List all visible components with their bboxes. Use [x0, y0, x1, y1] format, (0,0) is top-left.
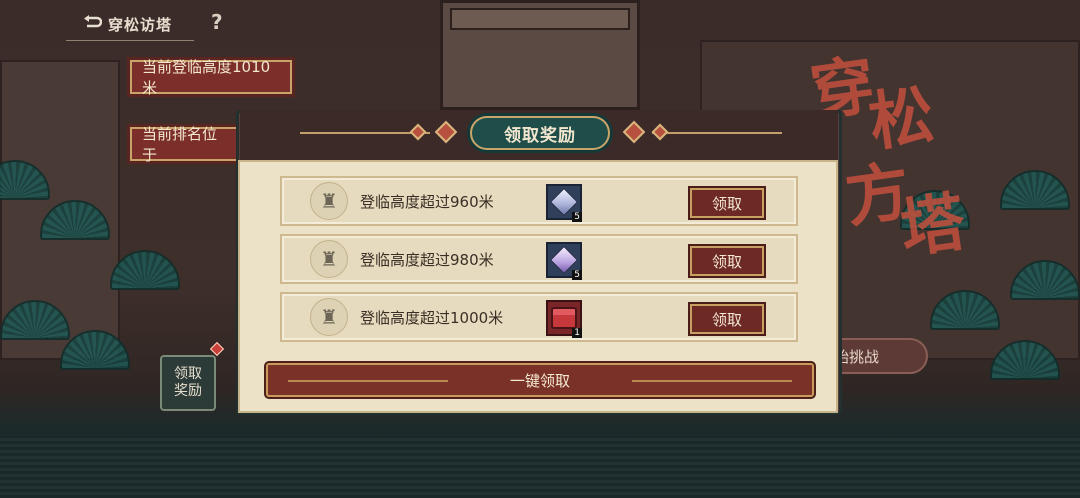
header-divider [652, 132, 782, 134]
treasure-chest-icon [551, 307, 577, 329]
pagoda-icon: ♜ [310, 298, 348, 336]
current-height-tag: 当前登临高度1010米 [130, 58, 292, 97]
pagoda-icon: ♜ [310, 240, 348, 278]
side-button-label-line1: 领取 [174, 366, 202, 382]
reward-condition: 登临高度超过980米 [360, 251, 494, 269]
top-bar[interactable]: 穿松访塔 [66, 8, 194, 41]
back-icon[interactable] [82, 15, 102, 33]
pagoda-icon: ♜ [310, 182, 348, 220]
claim-rewards-side-button[interactable]: 领取 奖励 [160, 355, 216, 411]
current-rank-tag: 当前排名位于 [130, 125, 238, 164]
reward-row: ♜ 登临高度超过960米 5 领取 [280, 176, 798, 226]
claim-all-label: 一键领取 [509, 371, 570, 390]
title-art-char: 塔 [895, 184, 970, 268]
reward-condition: 登临高度超过960米 [360, 193, 494, 211]
page-title: 穿松访塔 [108, 15, 173, 34]
reward-list: ♜ 登临高度超过960米 5 领取 ♜ 登临高度超过980米 5 领取 ♜ 登临… [280, 176, 798, 350]
reward-item-chest[interactable]: 1 [546, 300, 582, 338]
button-ornament [632, 380, 792, 382]
item-count: 1 [572, 328, 582, 338]
item-count: 5 [572, 270, 582, 280]
claim-button[interactable]: 领取 [690, 188, 764, 218]
side-button-label-line2: 奖励 [174, 383, 202, 399]
reward-item-crystal[interactable]: 5 [546, 184, 582, 222]
reward-condition: 登临高度超过1000米 [360, 309, 504, 327]
reward-row: ♜ 登临高度超过980米 5 领取 [280, 234, 798, 284]
modal-title: 领取奖励 [470, 116, 610, 150]
pagoda-roof [450, 8, 630, 30]
help-icon[interactable]: ? [211, 10, 223, 34]
water [0, 436, 1080, 498]
claim-all-button[interactable]: 一键领取 [266, 363, 814, 397]
button-ornament [288, 380, 448, 382]
claim-button[interactable]: 领取 [690, 246, 764, 276]
reward-row: ♜ 登临高度超过1000米 1 领取 [280, 292, 798, 342]
item-count: 5 [572, 212, 582, 222]
reward-item-crystal[interactable]: 5 [546, 242, 582, 280]
claim-button[interactable]: 领取 [690, 304, 764, 334]
